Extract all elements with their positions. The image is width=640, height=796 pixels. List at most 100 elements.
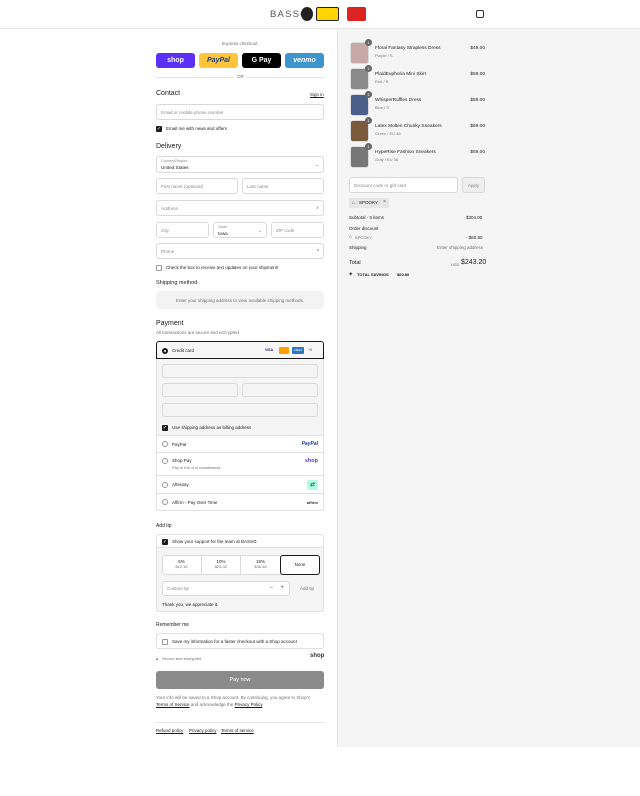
quantity-badge: 1 (365, 39, 372, 46)
product-variant: Gray / EU 36 (375, 157, 399, 162)
tip-panel: 5% $12.16 10% $24.32 15% $36.48 None Cus… (156, 548, 324, 612)
subtotal-value: $304.00 (466, 215, 483, 220)
quantity-badge: 1 (365, 91, 372, 98)
remove-discount-icon[interactable]: × (383, 199, 386, 205)
shop-privacy-link[interactable]: Privacy Policy (235, 702, 263, 707)
venmo-button[interactable]: venmo (285, 53, 324, 68)
tag-icon: ◇ (349, 234, 353, 239)
product-price: $59.00 (470, 98, 485, 103)
search-icon: ⌕ (316, 205, 319, 210)
paypal-option[interactable]: PayPal PayPal (156, 436, 324, 453)
tip-support-label: Show your support for the team at BASSO (172, 539, 257, 544)
add-tip-button[interactable]: Add tip (300, 586, 314, 591)
secure-label: Secure and encrypted (162, 656, 202, 661)
paypal-radio[interactable] (162, 441, 168, 447)
shop-logo-icon: shop (310, 653, 325, 659)
tip-option-5[interactable]: 5% $12.16 (162, 555, 202, 575)
product-name: HypeRise Fashion Sneakers (375, 150, 436, 155)
card-name-field[interactable] (162, 403, 318, 417)
shipping-label: Shipping (349, 245, 367, 250)
tip-option-15[interactable]: 15% $36.48 (241, 555, 280, 575)
plus-icon[interactable]: + (280, 585, 284, 591)
quantity-badge: 1 (365, 65, 372, 72)
shop-pay-label: Shop Pay (172, 458, 192, 463)
news-label: Email me with news and offers (166, 126, 227, 131)
or-label: OR (234, 74, 247, 79)
expiry-field[interactable] (162, 383, 238, 397)
line-item: 1 PlaidEuphoria Mini Skirt Red / S $58.0… (350, 65, 485, 90)
apply-button[interactable]: Apply (462, 177, 485, 193)
zip-field[interactable]: ZIP code (271, 222, 324, 238)
refund-policy-link[interactable]: Refund policy (156, 728, 183, 733)
country-select[interactable]: Country/Region United States ⌄ (156, 156, 324, 173)
shop-pay-radio[interactable] (162, 458, 168, 464)
tip-support-checkbox[interactable]: ✓ (162, 539, 168, 545)
privacy-policy-link[interactable]: Privacy policy (189, 728, 217, 733)
remember-title: Remember me (156, 622, 190, 628)
tip-option-10[interactable]: 10% $24.32 (202, 555, 241, 575)
secure-badge-icon (347, 7, 366, 21)
card-number-field[interactable] (162, 364, 318, 378)
address-field[interactable]: Address ⌕ (156, 200, 324, 216)
shop-logo-icon: shop (304, 458, 318, 464)
sms-checkbox[interactable] (156, 265, 162, 271)
email-field[interactable]: Email or mobile phone number (156, 104, 324, 120)
afterpay-option[interactable]: Afterpay ⇄ (156, 476, 324, 494)
total-savings-value: $60.80 (397, 272, 410, 277)
product-variant: Green / EU 46 (375, 131, 401, 136)
paypal-button[interactable]: PayPal (199, 53, 238, 68)
news-checkbox[interactable]: ✓ (156, 126, 162, 132)
security-code-field[interactable] (242, 383, 318, 397)
total-label: Total (349, 260, 361, 266)
product-variant: Purple / S (375, 53, 393, 58)
billing-checkbox[interactable]: ✓ (162, 425, 168, 431)
bag-icon[interactable] (476, 10, 484, 18)
billing-label: Use shipping address as billing address (172, 425, 252, 430)
lock-icon: 🔒︎ (156, 656, 159, 661)
credit-card-radio[interactable] (162, 348, 168, 354)
order-discount-label: Order discount (349, 226, 379, 231)
phone-field[interactable]: Phone ? (156, 243, 324, 259)
remember-checkbox[interactable] (162, 639, 168, 645)
first-name-field[interactable]: First name (optional) (156, 178, 238, 194)
affirm-logo-icon: affirm (306, 500, 318, 505)
savings-icon: ◈ (349, 271, 353, 276)
discount-value: - $60.80 (466, 235, 483, 240)
amex-icon: AMEX (292, 347, 304, 354)
currency-label: USD (451, 262, 460, 267)
shipping-method-box: Enter your shipping address to view avai… (156, 291, 324, 309)
visa-icon: VISA (265, 348, 274, 352)
quantity-badge: 1 (365, 143, 372, 150)
custom-tip-field[interactable]: Custom tip − + (162, 581, 290, 596)
state-select[interactable]: State Iowa ⌄ (213, 222, 267, 238)
remember-row[interactable]: Save my information for a faster checkou… (156, 633, 324, 649)
total-value: $243.20 (461, 259, 487, 266)
affirm-radio[interactable] (162, 499, 168, 505)
last-name-field[interactable]: Last name (242, 178, 324, 194)
tag-icon: ⌂ (352, 200, 355, 205)
chevron-down-icon: ⌄ (258, 228, 262, 233)
city-field[interactable]: City (156, 222, 209, 238)
quantity-badge: 1 (365, 117, 372, 124)
product-name: Floral Fantasy Strapless Dress (375, 46, 441, 51)
tip-support-row[interactable]: ✓ Show your support for the team at BASS… (156, 534, 324, 548)
affirm-option[interactable]: Affirm - Pay Over Time affirm (156, 494, 324, 511)
shipping-method-title: Shipping method (156, 280, 198, 286)
discount-code-label: SPOOKY (355, 235, 372, 240)
credit-card-option[interactable]: Credit card VISA MC AMEX +5 (156, 341, 324, 359)
sign-in-link[interactable]: Sign in (310, 92, 324, 97)
shop-pay-option[interactable]: Shop Pay Pay in full or in installments … (156, 453, 324, 476)
help-icon[interactable]: ? (316, 248, 319, 253)
contact-title: Contact (156, 90, 181, 97)
pay-now-button[interactable]: Pay now (156, 671, 324, 689)
shop-pay-button[interactable]: shop (156, 53, 195, 68)
discount-code-field[interactable]: Discount code or gift card (349, 177, 458, 193)
afterpay-radio[interactable] (162, 482, 168, 488)
minus-icon[interactable]: − (269, 585, 273, 591)
shop-terms-link[interactable]: Terms of Service (156, 702, 190, 707)
norton-badge-icon (316, 7, 339, 21)
sms-label: Check the box to receive text updates on… (166, 265, 279, 270)
tip-option-none[interactable]: None (280, 555, 320, 575)
google-pay-button[interactable]: G Pay (242, 53, 281, 68)
terms-of-service-link[interactable]: Terms of service (221, 728, 254, 733)
